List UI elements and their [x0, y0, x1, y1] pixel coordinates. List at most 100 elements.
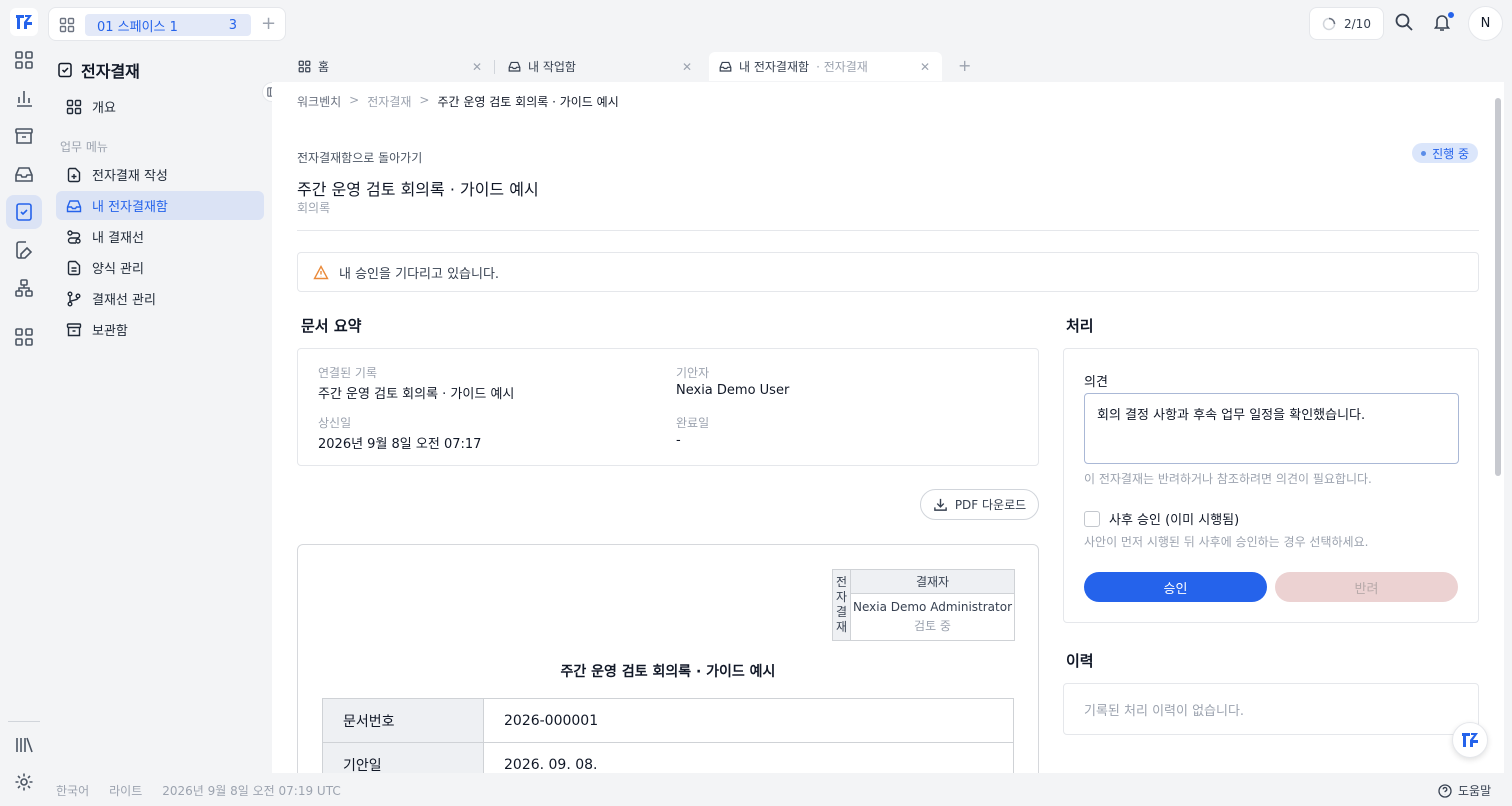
- sidebar-title: 전자결재: [57, 58, 140, 82]
- workspace-switcher: 01 스페이스 1 3 +: [48, 7, 286, 41]
- grid-icon: [298, 60, 311, 73]
- sidebar-item-label: 결재선 관리: [92, 293, 156, 308]
- completed-label: 완료일: [676, 416, 710, 430]
- approval-doc-icon[interactable]: [6, 195, 42, 229]
- comment-hint: 이 전자결재는 반려하거나 참조하려면 의견이 필요합니다.: [1084, 472, 1372, 486]
- language-selector[interactable]: 한국어: [56, 782, 89, 799]
- sidebar-item-archive[interactable]: 보관함: [56, 315, 264, 344]
- file-text-icon: [67, 260, 81, 275]
- pdf-download-button[interactable]: PDF 다운로드: [920, 489, 1039, 520]
- approver-status: 검토 중: [914, 619, 951, 633]
- approver-cell: Nexia Demo Administrator 검토 중: [850, 593, 1015, 641]
- table-row: 기안일 2026. 09. 08.: [322, 742, 1014, 773]
- doc-number-label: 문서번호: [322, 698, 484, 743]
- theme-selector[interactable]: 라이트: [109, 782, 142, 799]
- document-type: 회의록: [297, 201, 331, 215]
- sidebar-item-label: 내 전자결재함: [92, 200, 168, 215]
- download-icon: [933, 498, 947, 511]
- inbox-icon: [719, 61, 732, 72]
- post-approval-checkbox[interactable]: [1084, 510, 1100, 527]
- submitted-label: 상신일: [318, 416, 352, 430]
- sidebar-item-compose[interactable]: 전자결재 작성: [56, 160, 264, 189]
- post-approval-label: 사후 승인 (이미 시행됨): [1109, 513, 1240, 528]
- pending-alert: 내 승인을 기다리고 있습니다.: [297, 252, 1479, 292]
- icon-rail: [0, 0, 48, 806]
- history-empty-text: 기록된 처리 이력이 없습니다.: [1084, 703, 1245, 719]
- progress-text: 2/10: [1344, 16, 1371, 31]
- app-logo[interactable]: [10, 8, 38, 36]
- sidebar-item-forms[interactable]: 양식 관리: [56, 253, 264, 282]
- approve-button[interactable]: 승인: [1084, 572, 1267, 602]
- org-chart-icon[interactable]: [6, 271, 42, 305]
- sidebar-item-label: 보관함: [92, 324, 128, 339]
- divider: [297, 230, 1479, 231]
- edit-doc-icon[interactable]: [6, 233, 42, 267]
- sidebar-item-my-approvals[interactable]: 내 전자결재함: [56, 191, 264, 220]
- submitted-value: 2026년 9월 8일 오전 07:17: [318, 437, 482, 452]
- draft-date-label: 기안일: [322, 742, 484, 773]
- sidebar-item-my-lines[interactable]: 내 결재선: [56, 222, 264, 251]
- task-progress[interactable]: 2/10: [1309, 7, 1384, 40]
- history-heading: 이력: [1066, 652, 1094, 670]
- add-workspace-icon[interactable]: +: [261, 15, 276, 33]
- post-approval-hint: 사안이 먼저 시행된 뒤 사후에 승인하는 경우 선택하세요.: [1084, 535, 1369, 549]
- breadcrumb-chevron-icon: >: [419, 93, 430, 107]
- main-panel: 워크벤치 > 전자결재 > 주간 운영 검토 회의록 · 가이드 예시 전자결재…: [272, 82, 1504, 773]
- breadcrumb-item[interactable]: 전자결재: [367, 93, 411, 110]
- breadcrumb-current: 주간 운영 검토 회의록 · 가이드 예시: [437, 95, 619, 109]
- tab-my-tasks[interactable]: 내 작업함 ✕: [482, 52, 704, 81]
- document-title: 주간 운영 검토 회의록 · 가이드 예시: [560, 664, 776, 680]
- back-link[interactable]: 전자결재함으로 돌아가기: [297, 149, 422, 166]
- archive-icon[interactable]: [6, 119, 42, 153]
- library-icon[interactable]: [6, 728, 42, 762]
- comment-textarea[interactable]: 회의 결정 사항과 후속 업무 일정을 확인했습니다.: [1084, 393, 1459, 464]
- workspace-chip[interactable]: 01 스페이스 1 3: [85, 14, 251, 36]
- inbox-icon[interactable]: [6, 157, 42, 191]
- breadcrumb-chevron-icon: >: [349, 93, 360, 107]
- workspace-grid-icon[interactable]: [59, 17, 75, 33]
- archive-icon: [66, 322, 82, 336]
- summary-heading: 문서 요약: [301, 317, 362, 335]
- sidebar-item-label: 개요: [92, 101, 116, 116]
- page-title: 주간 운영 검토 회의록 · 가이드 예시: [297, 180, 539, 199]
- breadcrumb-item[interactable]: 워크벤치: [297, 93, 341, 110]
- close-tab-icon[interactable]: ✕: [682, 60, 692, 74]
- help-circle-icon: [1438, 783, 1452, 798]
- history-panel: 기록된 처리 이력이 없습니다.: [1063, 683, 1479, 735]
- document-summary: 연결된 기록 주간 운영 검토 회의록 · 가이드 예시 기안자 Nexia D…: [297, 348, 1039, 466]
- footer-datetime: 2026년 9월 8일 오전 07:19 UTC: [162, 784, 341, 798]
- apps-grid-icon[interactable]: [6, 43, 42, 77]
- sidebar-section-label: 업무 메뉴: [60, 140, 108, 154]
- process-heading: 처리: [1066, 317, 1094, 335]
- close-tab-icon[interactable]: ✕: [920, 60, 930, 74]
- route-icon: [67, 229, 81, 244]
- approver-name: Nexia Demo Administrator: [852, 600, 1013, 614]
- drafter-value: Nexia Demo User: [676, 383, 790, 398]
- table-row: 문서번호 2026-000001: [322, 698, 1014, 743]
- sidebar-item-line-manage[interactable]: 결재선 관리: [56, 284, 264, 313]
- tab-home[interactable]: 홈 ✕: [272, 52, 494, 81]
- approval-doc-icon: [58, 62, 72, 78]
- assistant-fab-button[interactable]: [1452, 722, 1488, 758]
- reject-button[interactable]: 반려: [1275, 572, 1458, 602]
- settings-gear-icon[interactable]: [6, 765, 42, 799]
- tab-my-approvals[interactable]: 내 전자결재함 · 전자결재 ✕: [709, 52, 942, 81]
- post-approval-option[interactable]: 사후 승인 (이미 시행됨): [1084, 509, 1239, 528]
- user-avatar[interactable]: N: [1468, 6, 1503, 41]
- rail-divider: [8, 721, 40, 722]
- doc-number-value: 2026-000001: [483, 698, 1014, 743]
- loading-spinner-icon: [1322, 17, 1336, 30]
- sidebar-item-overview[interactable]: 개요: [56, 92, 264, 121]
- more-apps-icon[interactable]: [6, 320, 42, 354]
- footer: 한국어 라이트 2026년 9월 8일 오전 07:19 UTC: [56, 782, 341, 799]
- close-tab-icon[interactable]: ✕: [472, 60, 482, 74]
- linked-record-value: 주간 운영 검토 회의록 · 가이드 예시: [318, 387, 515, 402]
- completed-value: -: [676, 433, 681, 448]
- breadcrumb: 워크벤치 > 전자결재 > 주간 운영 검토 회의록 · 가이드 예시: [297, 93, 619, 110]
- bar-chart-icon[interactable]: [6, 81, 42, 115]
- help-link[interactable]: 도움말: [1438, 782, 1491, 799]
- add-tab-icon[interactable]: +: [958, 56, 971, 75]
- search-icon[interactable]: [1394, 12, 1414, 32]
- app-logo-icon: [1462, 733, 1478, 747]
- scrollbar[interactable]: [1495, 98, 1501, 476]
